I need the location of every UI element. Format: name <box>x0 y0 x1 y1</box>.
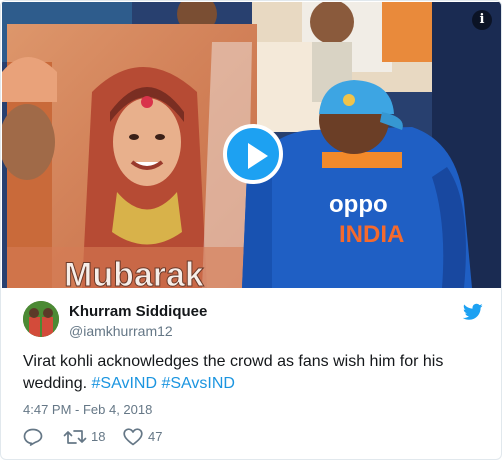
info-icon[interactable]: i <box>472 10 492 30</box>
play-icon <box>248 143 268 169</box>
reply-button[interactable] <box>23 427 47 447</box>
retweet-count: 18 <box>91 429 106 444</box>
author-handle[interactable]: @iamkhurram12 <box>69 323 173 339</box>
tweet-timestamp[interactable]: 4:47 PM - Feb 4, 2018 <box>23 402 152 417</box>
like-count: 47 <box>148 429 163 444</box>
reply-icon <box>23 428 43 446</box>
retweet-button[interactable]: 18 <box>63 427 113 447</box>
tweet-header: Khurram Siddiquee @iamkhurram12 <box>23 301 483 341</box>
author-name[interactable]: Khurram Siddiquee <box>69 303 207 320</box>
jersey-team-text: INDIA <box>339 221 404 248</box>
retweet-icon <box>63 430 87 444</box>
tweet-text: Virat kohli acknowledges the crowd as fa… <box>23 351 463 395</box>
video-thumbnail[interactable]: Mubarak oppo INDIA i <box>2 2 501 288</box>
heart-icon <box>123 428 143 446</box>
hashtag-link[interactable]: #SAvsIND <box>161 375 235 392</box>
tweet-card[interactable]: Mubarak oppo INDIA i Khurram Siddiquee @… <box>0 0 502 460</box>
avatar-image <box>23 301 59 337</box>
avatar[interactable] <box>23 301 59 337</box>
jersey-brand-text: oppo <box>329 191 388 218</box>
poster-banner-text: Mubarak <box>64 256 204 288</box>
twitter-bird-icon[interactable] <box>463 303 483 321</box>
like-button[interactable]: 47 <box>123 427 173 447</box>
play-button[interactable] <box>223 124 283 184</box>
hashtag-link[interactable]: #SAvIND <box>92 375 158 392</box>
